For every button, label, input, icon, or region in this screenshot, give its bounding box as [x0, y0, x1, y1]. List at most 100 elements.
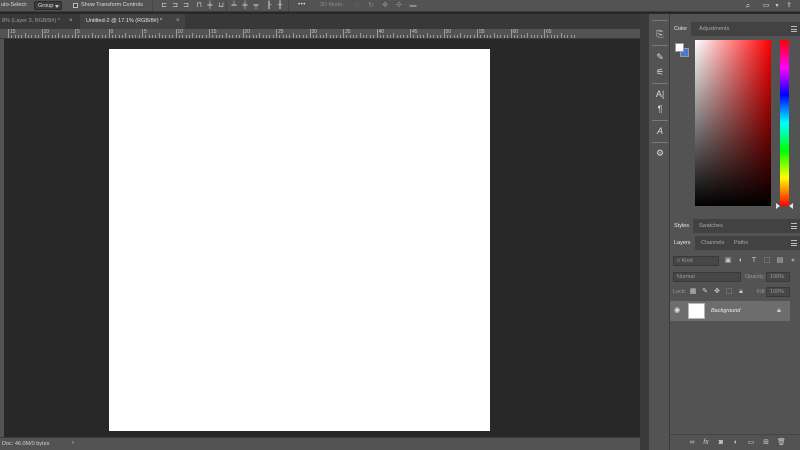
close-icon[interactable]: × [176, 14, 180, 29]
ruler-tick [470, 35, 472, 38]
tab-styles[interactable]: Styles [670, 219, 693, 233]
ruler-tick [460, 33, 462, 38]
panel-menu-icon[interactable] [791, 240, 797, 246]
distribute-bottom-icon[interactable]: ╤ [252, 2, 260, 10]
tab-paths[interactable]: Paths [730, 236, 752, 250]
new-layer-icon[interactable]: ⊞ [762, 439, 770, 447]
align-right-icon[interactable]: ⊐ [182, 2, 190, 10]
link-layers-icon[interactable]: ∞ [688, 439, 696, 447]
layer-thumbnail [688, 303, 705, 319]
blend-mode-dropdown[interactable]: Normal [673, 272, 741, 282]
align-center-icon[interactable]: ⊐ [171, 2, 179, 10]
ruler-tick [111, 35, 113, 38]
distribute-middle-icon[interactable]: ╪ [241, 2, 249, 10]
ruler-tick [202, 35, 204, 38]
panel-menu-icon[interactable] [791, 223, 797, 229]
ruler-tick [574, 35, 576, 38]
ruler-tick [205, 35, 207, 38]
tab-color[interactable]: Color [670, 22, 692, 36]
ruler-tick [135, 35, 137, 38]
layer-row-background[interactable]: ◉ Background 🔒︎ [670, 301, 790, 321]
distribute-center-icon[interactable]: ╫ [276, 2, 284, 10]
color-field[interactable] [695, 40, 771, 206]
filter-type-icon[interactable]: T [750, 257, 758, 265]
fill-field[interactable]: 100% [766, 287, 790, 297]
status-menu-arrow[interactable]: › [72, 440, 74, 446]
align-left-icon[interactable]: ⊏ [160, 2, 168, 10]
filter-pixel-icon[interactable]: ▣ [724, 257, 732, 265]
filter-shape-icon[interactable]: ⬚ [763, 257, 771, 265]
ruler-tick [91, 33, 93, 38]
ruler-tick [322, 35, 324, 38]
ruler-tick [98, 35, 100, 38]
ruler-tick [363, 35, 365, 38]
distribute-top-icon[interactable]: ╧ [230, 2, 238, 10]
canvas-workspace[interactable] [4, 39, 640, 437]
glyphs-icon[interactable]: A [653, 125, 667, 137]
ruler-tick [523, 35, 525, 38]
layer-kind-filter[interactable]: ⌕ Kind [673, 256, 719, 266]
delete-layer-icon[interactable]: 🗑︎ [777, 439, 786, 447]
filter-toggle-icon[interactable]: ● [789, 257, 797, 265]
hue-marker-right[interactable] [789, 203, 793, 209]
paragraph-icon[interactable]: ¶ [653, 103, 667, 115]
eye-icon[interactable]: ◉ [673, 307, 681, 315]
auto-select-dropdown[interactable]: Group [34, 1, 62, 10]
search-icon[interactable]: ⌕ [744, 2, 752, 10]
brush-settings-icon[interactable]: ⚟ [653, 66, 667, 78]
foreground-color-swatch[interactable] [675, 43, 684, 52]
lock-position-icon[interactable]: ✥ [713, 288, 721, 296]
slide-3d-icon[interactable]: ✣ [395, 2, 403, 10]
separator [152, 1, 153, 11]
align-top-icon[interactable]: ⊓ [195, 2, 203, 10]
properties-icon[interactable]: ⚙ [653, 147, 667, 159]
ruler-tick [540, 35, 542, 38]
distribute-left-icon[interactable]: ╟ [265, 2, 273, 10]
panel-menu-icon[interactable] [791, 26, 797, 32]
tab-layers[interactable]: Layers [670, 236, 695, 250]
chevron-down-icon[interactable]: ▼ [773, 2, 781, 10]
lock-image-icon[interactable]: ✎ [701, 288, 709, 296]
roll-3d-icon[interactable]: ↻ [367, 2, 375, 10]
opacity-field[interactable]: 100% [766, 272, 790, 282]
horizontal-ruler[interactable]: 15 10 5 0 5 10 15 20 25 30 35 40 45 50 55 60 65 [0, 29, 640, 39]
close-icon[interactable]: × [69, 14, 73, 29]
show-transform-checkbox[interactable] [73, 3, 78, 8]
lock-all-icon[interactable]: 🔒︎ [737, 288, 745, 296]
workspace-icon[interactable]: ▭ [762, 2, 770, 10]
hue-marker-left[interactable] [776, 203, 780, 209]
more-options-button[interactable]: ••• [298, 2, 306, 8]
new-group-icon[interactable]: ▭ [747, 439, 755, 447]
share-icon[interactable]: ⇪ [785, 2, 793, 10]
drag-3d-icon[interactable]: ✥ [381, 2, 389, 10]
ruler-tick [369, 35, 371, 38]
filter-adjustment-icon[interactable]: ◐ [737, 257, 745, 265]
ruler-tick [158, 33, 160, 38]
dock-grip [652, 45, 668, 46]
tab-swatches[interactable]: Swatches [695, 219, 727, 233]
ruler-tick [18, 35, 20, 38]
hue-slider[interactable] [780, 40, 789, 206]
tab-channels[interactable]: Channels [697, 236, 728, 250]
align-middle-icon[interactable]: ╪ [206, 2, 214, 10]
align-bottom-icon[interactable]: ⊔ [217, 2, 225, 10]
layer-name[interactable]: Background [711, 308, 740, 314]
character-icon[interactable]: A| [653, 88, 667, 100]
ruler-tick [279, 35, 281, 38]
document-canvas[interactable] [109, 49, 490, 431]
lock-transparent-icon[interactable]: ▦ [689, 288, 697, 296]
orbit-3d-icon[interactable]: ◌ [353, 2, 361, 10]
filter-smart-object-icon[interactable]: ▤ [776, 257, 784, 265]
scale-3d-icon[interactable]: ▬ [409, 2, 417, 10]
tab-untitled-2[interactable]: Untitled-2 @ 17.1% (RGB/8#) * × [80, 14, 185, 29]
color-panel-tabs: Color Adjustments [670, 22, 800, 36]
dock-grip [652, 142, 668, 143]
tab-layer-3-document[interactable]: 8% (Layer 3, RGB/8#) * × [0, 14, 80, 29]
lock-artboard-icon[interactable]: ⬚ [725, 288, 733, 296]
add-mask-icon[interactable]: ◙ [717, 439, 725, 447]
brush-icon[interactable]: ✎ [653, 51, 667, 63]
layer-style-icon[interactable]: fx [702, 439, 710, 447]
history-icon[interactable]: ⎘ [653, 28, 667, 40]
adjustment-layer-icon[interactable]: ◐ [732, 439, 740, 447]
tab-adjustments[interactable]: Adjustments [695, 22, 733, 36]
